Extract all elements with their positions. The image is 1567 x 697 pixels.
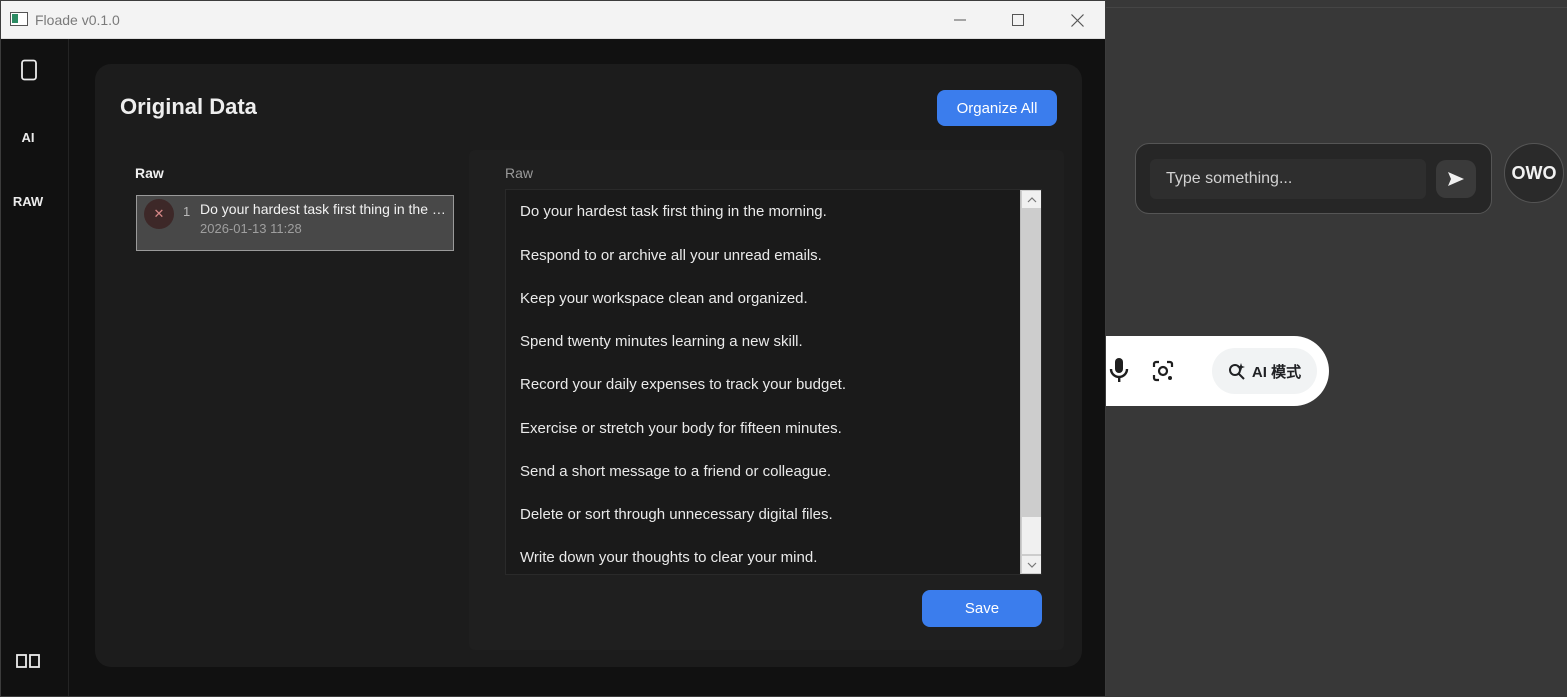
scroll-thumb[interactable] bbox=[1022, 517, 1041, 554]
scrollbar[interactable] bbox=[1020, 190, 1041, 574]
maximize-icon bbox=[1012, 14, 1024, 26]
text-line: Record your daily expenses to track your… bbox=[520, 376, 847, 393]
send-button[interactable] bbox=[1436, 160, 1476, 198]
send-icon bbox=[1448, 172, 1464, 186]
text-line: Exercise or stretch your body for fiftee… bbox=[520, 420, 842, 437]
page-title: Original Data bbox=[120, 94, 257, 119]
ai-mode-label: AI 模式 bbox=[1251, 363, 1302, 381]
scroll-up-button[interactable] bbox=[1022, 191, 1041, 208]
organize-all-button[interactable]: Organize All bbox=[937, 90, 1057, 126]
minimize-button[interactable] bbox=[931, 1, 989, 39]
sidebar-item-layout[interactable] bbox=[1, 653, 55, 672]
ai-mode-button[interactable]: AI 模式 bbox=[1212, 348, 1317, 394]
raw-list-label: Raw bbox=[135, 165, 164, 181]
text-line: Delete or sort through unnecessary digit… bbox=[520, 506, 833, 523]
close-icon bbox=[1070, 13, 1084, 27]
text-line: Write down your thoughts to clear your m… bbox=[520, 549, 818, 566]
notebook-icon bbox=[21, 59, 37, 81]
list-item[interactable]: ✕ 1 Do your hardest task first thing in … bbox=[136, 195, 454, 251]
scroll-down-button[interactable] bbox=[1022, 556, 1041, 573]
chat-input[interactable] bbox=[1150, 159, 1426, 199]
sidebar-item-raw[interactable]: RAW bbox=[1, 194, 55, 209]
delete-button[interactable]: ✕ bbox=[144, 199, 174, 229]
window-title: Floade v0.1.0 bbox=[35, 12, 120, 28]
desktop-divider bbox=[1106, 7, 1567, 8]
camera-search-icon[interactable] bbox=[1151, 359, 1175, 383]
app-window: Floade v0.1.0 AI RAW Original Data Organ… bbox=[0, 0, 1106, 697]
entry-date: 2026-01-13 11:28 bbox=[200, 221, 302, 236]
entry-text: Do your hardest task first thing in the … bbox=[200, 201, 448, 217]
text-line: Respond to or archive all your unread em… bbox=[520, 247, 822, 264]
layout-columns-icon bbox=[16, 654, 40, 668]
chat-widget bbox=[1135, 143, 1492, 214]
sidebar-item-ai[interactable]: AI bbox=[1, 130, 55, 145]
save-button[interactable]: Save bbox=[922, 590, 1042, 627]
text-line: Send a short message to a friend or coll… bbox=[520, 463, 832, 480]
editor-label: Raw bbox=[505, 165, 534, 181]
title-bar: Floade v0.1.0 bbox=[1, 1, 1105, 39]
sparkle-search-icon bbox=[1228, 363, 1245, 380]
chevron-up-icon bbox=[1027, 196, 1036, 202]
close-button[interactable] bbox=[1048, 1, 1105, 39]
text-line: Do your hardest task first thing in the … bbox=[520, 203, 827, 220]
entry-index: 1 bbox=[183, 204, 191, 219]
text-line: Keep your workspace clean and organized. bbox=[520, 290, 808, 307]
content-card: Original Data Organize All Raw ✕ 1 Do yo… bbox=[95, 64, 1082, 667]
minimize-icon bbox=[954, 19, 966, 21]
owo-button[interactable]: OWO bbox=[1504, 143, 1564, 203]
maximize-button[interactable] bbox=[989, 1, 1047, 39]
microphone-icon[interactable] bbox=[1108, 357, 1130, 383]
chevron-down-icon bbox=[1027, 562, 1036, 568]
app-icon bbox=[10, 12, 28, 26]
raw-text-editor[interactable]: Do your hardest task first thing in the … bbox=[505, 189, 1042, 575]
sidebar: AI RAW bbox=[1, 39, 69, 696]
text-line: Spend twenty minutes learning a new skil… bbox=[520, 333, 803, 350]
sidebar-item-notes[interactable] bbox=[1, 59, 55, 84]
